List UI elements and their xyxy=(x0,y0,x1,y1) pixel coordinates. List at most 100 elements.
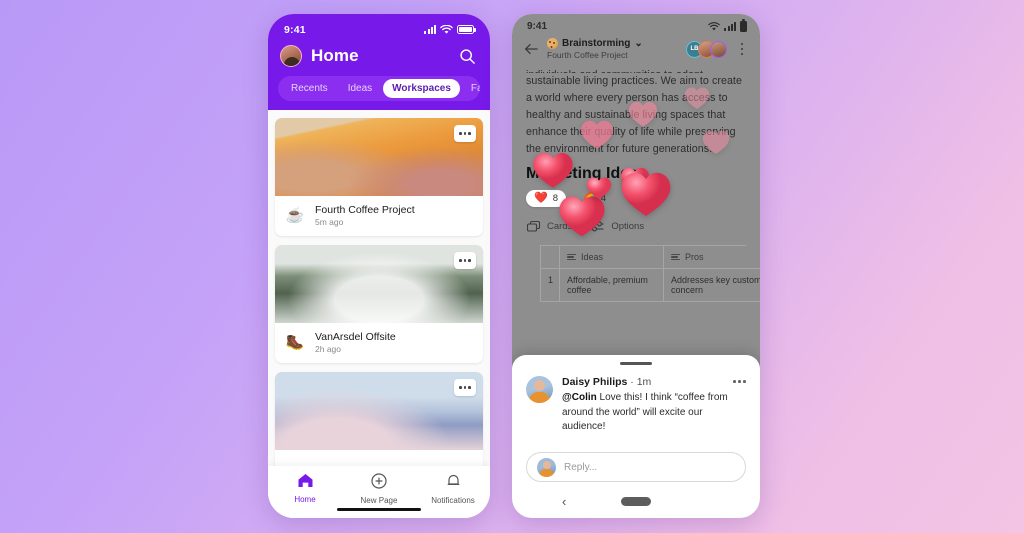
cookie-icon xyxy=(547,38,558,49)
document-toolbar: Cards Options xyxy=(526,220,746,233)
card-timestamp: 5m ago xyxy=(315,217,415,227)
battery-icon xyxy=(457,25,474,34)
column-label: Ideas xyxy=(581,252,603,262)
signal-icon xyxy=(724,22,736,31)
phone-left: 9:41 Home Recents Ideas Workspac xyxy=(268,14,490,518)
nav-item-notifications[interactable]: Notifications xyxy=(416,473,490,505)
nav-label-home: Home xyxy=(268,495,342,504)
reaction-rainbow[interactable]: 🌈 4 xyxy=(574,190,614,207)
tab-recents[interactable]: Recents xyxy=(282,79,337,98)
table-row[interactable]: 1 Affordable, premium coffee Addresses k… xyxy=(540,269,746,302)
document-name: Brainstorming xyxy=(562,38,630,49)
header-spacer xyxy=(268,101,490,110)
more-options-icon[interactable] xyxy=(454,125,476,142)
drag-handle[interactable] xyxy=(620,362,652,365)
heart-icon: ❤️ xyxy=(534,193,548,204)
coffee-icon: ☕ xyxy=(284,205,306,227)
back-icon[interactable]: ‹ xyxy=(562,494,566,509)
project-name: Fourth Coffee Project xyxy=(547,50,678,60)
star-eyes-icon: 🤩 xyxy=(630,193,644,204)
reply-placeholder: Reply... xyxy=(564,462,597,473)
separator: · xyxy=(630,376,634,388)
reaction-heart[interactable]: ❤️ 8 xyxy=(526,190,566,207)
reaction-star-eyes[interactable]: 🤩 3 xyxy=(622,190,662,207)
cards-button[interactable]: Cards xyxy=(526,220,572,233)
search-icon[interactable] xyxy=(459,48,476,65)
status-icons xyxy=(708,21,747,32)
section-heading: Marketing Ideas xyxy=(526,165,746,183)
left-content: ☕ Fourth Coffee Project 5m ago 🥾 VanArsd… xyxy=(268,110,490,518)
left-status-bar: 9:41 xyxy=(268,21,490,38)
more-horizontal-icon[interactable] xyxy=(733,376,746,383)
card-meta: ☕ Fourth Coffee Project 5m ago xyxy=(275,196,483,236)
home-indicator xyxy=(337,508,421,512)
collaborator-avatars[interactable]: LB xyxy=(686,41,727,58)
reply-input[interactable]: Reply... xyxy=(526,452,746,482)
plus-circle-icon xyxy=(371,473,387,489)
bottom-navigation: Home New Page Notifications xyxy=(268,466,490,518)
card-image-dunes xyxy=(275,372,483,450)
home-icon xyxy=(297,473,314,488)
tab-ideas[interactable]: Ideas xyxy=(339,79,381,98)
options-button[interactable]: Options xyxy=(590,220,644,233)
paragraph-text: sustainable living practices. We aim to … xyxy=(526,75,742,155)
card-title: Fourth Coffee Project xyxy=(315,204,415,216)
bell-icon xyxy=(446,473,461,489)
cell-ideas[interactable]: Affordable, premium coffee xyxy=(560,269,664,302)
tab-workspaces[interactable]: Workspaces xyxy=(383,79,460,98)
card-meta: 🥾 VanArsdel Offsite 2h ago xyxy=(275,323,483,363)
android-nav-bar: ‹ xyxy=(512,484,760,518)
boot-icon: 🥾 xyxy=(284,332,306,354)
cell-pros[interactable]: Addresses key customer concern xyxy=(664,269,760,302)
reactions-row: ❤️ 8 🌈 4 🤩 3 xyxy=(526,190,746,207)
avatar[interactable] xyxy=(710,41,727,58)
nav-item-new-page[interactable]: New Page xyxy=(342,473,416,505)
nav-item-home[interactable]: Home xyxy=(268,473,342,504)
avatar[interactable] xyxy=(280,45,302,67)
tab-favorites[interactable]: Favorites xyxy=(462,79,480,98)
comment-sheet: Daisy Philips · 1m @Colin Love this! I t… xyxy=(512,355,760,518)
column-header-pros[interactable]: Pros xyxy=(664,246,760,269)
back-arrow-icon[interactable] xyxy=(523,41,539,57)
signal-icon xyxy=(424,25,436,34)
avatar xyxy=(537,458,556,477)
nav-label-new-page: New Page xyxy=(342,496,416,505)
text-column-icon xyxy=(567,254,576,261)
workspace-card[interactable]: ☕ Fourth Coffee Project 5m ago xyxy=(275,118,483,236)
options-label: Options xyxy=(611,221,644,232)
status-time: 9:41 xyxy=(527,21,547,32)
right-status-bar: 9:41 xyxy=(512,14,760,34)
workspace-card[interactable]: 🥾 VanArsdel Offsite 2h ago xyxy=(275,245,483,363)
battery-icon xyxy=(740,21,747,32)
comment-timestamp: 1m xyxy=(637,376,652,388)
cards-icon xyxy=(526,220,541,233)
left-title-bar: Home xyxy=(268,38,490,76)
row-number-header xyxy=(540,246,560,269)
more-options-icon[interactable] xyxy=(454,379,476,396)
more-options-icon[interactable] xyxy=(454,252,476,269)
rainbow-icon: 🌈 xyxy=(582,193,596,204)
author-name: Daisy Philips xyxy=(562,376,627,388)
reaction-count: 8 xyxy=(553,193,558,204)
page-title: Home xyxy=(311,46,450,66)
status-time: 9:41 xyxy=(284,24,306,36)
reaction-count: 3 xyxy=(649,193,654,204)
ideas-table: Ideas Pros 1 Affordable, premium coffee … xyxy=(540,245,746,302)
reaction-count: 4 xyxy=(601,193,606,204)
card-image-desert xyxy=(275,118,483,196)
home-pill-icon[interactable] xyxy=(621,497,651,506)
text-column-icon xyxy=(671,254,680,261)
comment: Daisy Philips · 1m @Colin Love this! I t… xyxy=(526,376,746,435)
chevron-down-icon[interactable]: ⌄ xyxy=(634,38,642,49)
mention[interactable]: @Colin xyxy=(562,392,597,403)
table-header-row: Ideas Pros xyxy=(540,246,746,269)
avatar[interactable] xyxy=(526,376,553,403)
card-timestamp: 2h ago xyxy=(315,344,396,354)
document-title-block[interactable]: Brainstorming ⌄ Fourth Coffee Project xyxy=(547,38,678,60)
wifi-icon xyxy=(440,25,453,35)
column-header-ideas[interactable]: Ideas xyxy=(560,246,664,269)
status-icons xyxy=(424,25,474,35)
row-number: 1 xyxy=(540,269,560,302)
comment-text: @Colin Love this! I think “coffee from a… xyxy=(562,391,746,435)
more-vertical-icon[interactable] xyxy=(735,43,749,56)
